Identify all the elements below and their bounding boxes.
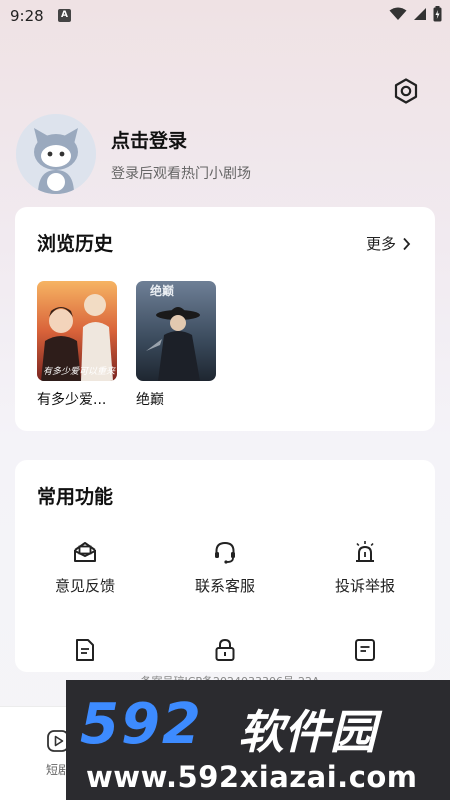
status-time: 9:28 — [10, 7, 44, 25]
privacy-button[interactable] — [155, 636, 295, 664]
watermark-number: 592 — [80, 692, 203, 757]
history-item[interactable]: 绝巅 绝巅 — [136, 281, 216, 409]
feedback-label: 意见反馈 — [54, 577, 115, 595]
history-item[interactable]: 有多少爱可以重来 有多少爱... — [37, 281, 117, 409]
chevron-right-icon — [403, 237, 411, 250]
document-icon — [76, 639, 94, 661]
customer-service-button[interactable]: 联系客服 — [155, 538, 295, 596]
profile-section[interactable]: 点击登录 登录后观看热门小剧场 — [16, 114, 436, 194]
avatar[interactable] — [16, 114, 96, 194]
alarm-icon — [356, 541, 374, 562]
functions-title: 常用功能 — [37, 486, 114, 508]
notes-button[interactable] — [295, 636, 435, 664]
history-title: 浏览历史 — [37, 233, 114, 255]
report-label: 投诉举报 — [334, 577, 395, 595]
history-more-link[interactable]: 更多 — [366, 233, 411, 254]
history-item-title[interactable]: 绝巅 — [136, 389, 216, 409]
poster-image[interactable]: 绝巅 — [136, 281, 216, 381]
poster-title-text: 有多少爱可以重来 — [43, 366, 116, 377]
notification-badge: A — [58, 9, 71, 22]
feedback-button[interactable]: 意见反馈 — [15, 538, 155, 596]
gear-hexagon-icon — [394, 78, 418, 104]
poster-image[interactable]: 有多少爱可以重来 — [37, 281, 117, 381]
login-title[interactable]: 点击登录 — [111, 126, 187, 153]
document-button[interactable] — [15, 636, 155, 664]
history-card: 浏览历史 更多 有多少爱可以重来 有多少爱... 绝巅 绝巅 — [15, 207, 435, 431]
report-button[interactable]: 投诉举报 — [295, 538, 435, 596]
settings-button[interactable] — [390, 75, 422, 107]
poster-title-text: 绝巅 — [150, 283, 174, 298]
watermark-name: 软件园 — [238, 705, 376, 759]
status-bar: 9:28 A — [0, 0, 450, 32]
note-icon — [355, 639, 375, 661]
cat-avatar-icon — [16, 114, 96, 194]
history-item-title[interactable]: 有多少爱... — [37, 389, 117, 409]
lock-icon — [215, 638, 235, 661]
feedback-mail-icon — [74, 542, 96, 562]
more-label: 更多 — [365, 235, 396, 253]
watermark-banner: 592 软件园 www.592xiazai.com — [66, 680, 450, 800]
login-subtitle: 登录后观看热门小剧场 — [111, 166, 251, 182]
status-icons — [389, 6, 442, 22]
headset-icon — [215, 541, 235, 564]
functions-card: 常用功能 意见反馈 联系客服 投诉举报 — [15, 460, 435, 672]
signal-icon — [414, 8, 426, 20]
watermark-url: www.592xiazai.com — [86, 760, 418, 794]
customer-service-label: 联系客服 — [194, 577, 255, 595]
battery-icon — [433, 6, 442, 22]
wifi-icon — [389, 7, 407, 20]
